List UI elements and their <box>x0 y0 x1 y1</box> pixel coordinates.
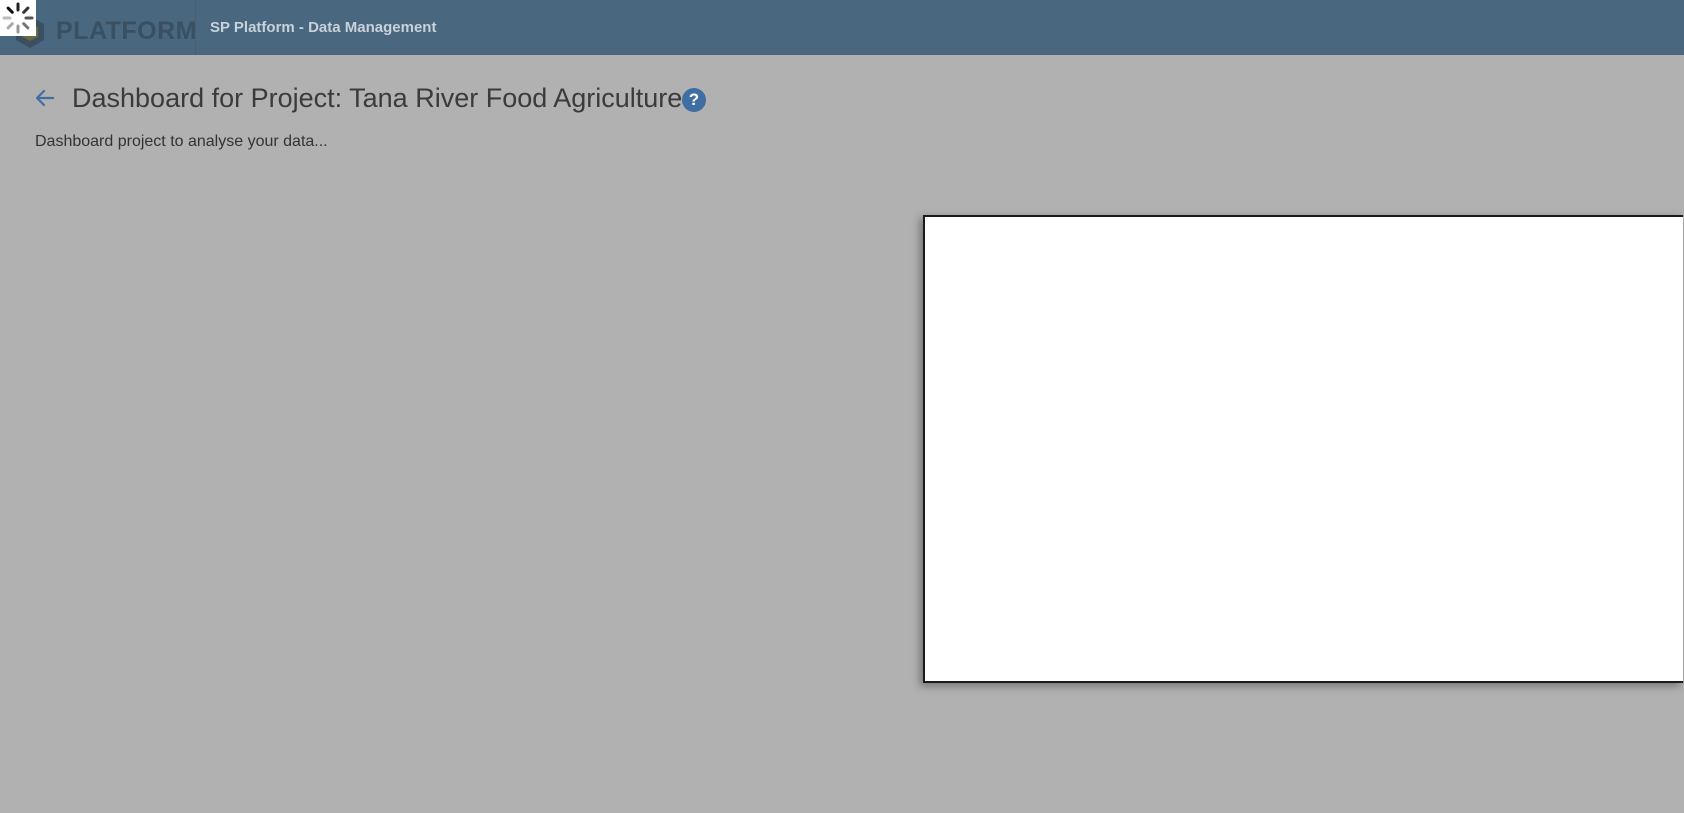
top-header-bar: PLATFORM SP Platform - Data Management <box>0 0 1684 55</box>
page-title: Dashboard for Project: Tana River Food A… <box>72 83 683 113</box>
app-title: SP Platform - Data Management <box>210 19 437 36</box>
arrow-left-icon[interactable] <box>33 86 57 110</box>
loading-spinner-icon <box>0 0 36 36</box>
platform-logo-text[interactable]: PLATFORM <box>56 15 197 47</box>
question-circle-icon[interactable]: ? <box>682 88 706 112</box>
loading-dialog-panel <box>923 215 1683 683</box>
header-divider <box>195 0 196 55</box>
page-subtitle: Dashboard project to analyse your data..… <box>35 133 328 150</box>
